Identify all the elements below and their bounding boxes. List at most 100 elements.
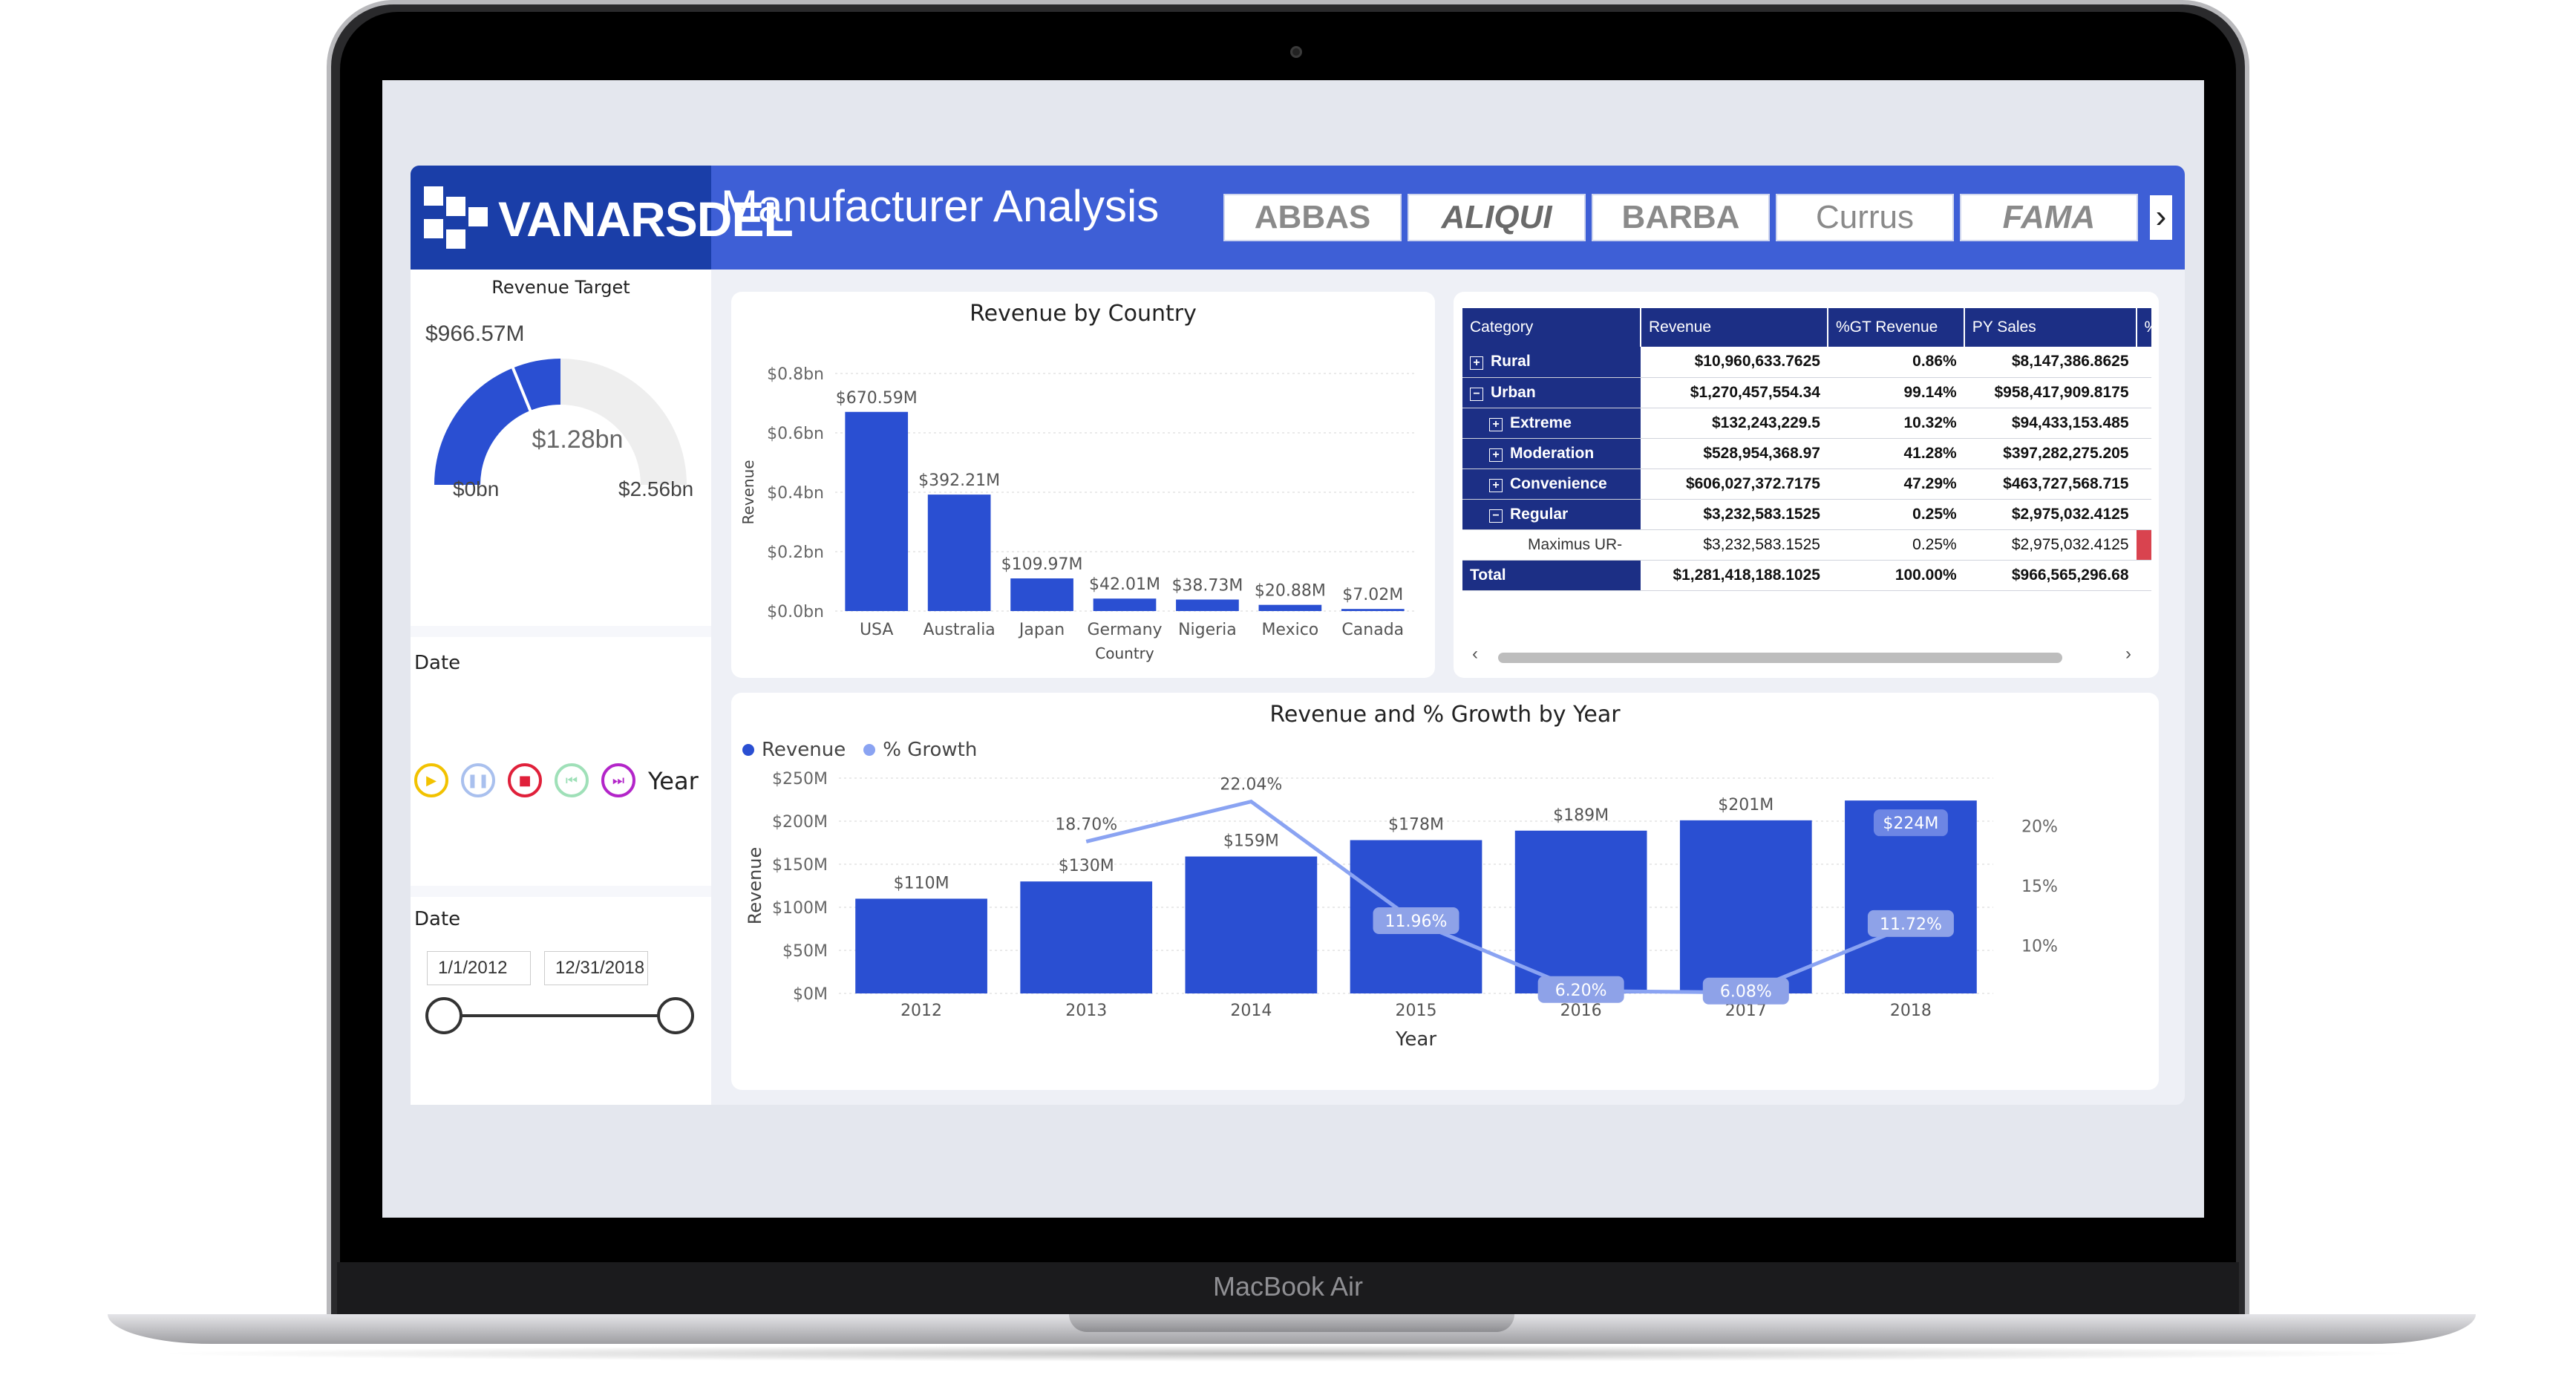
matrix-value-cell: 0.86%: [1827, 347, 1964, 378]
matrix-column-header[interactable]: Category: [1462, 308, 1641, 347]
matrix-total-row[interactable]: Total $1,281,418,188.1025 100.00% $966,565,…: [1462, 560, 2151, 591]
laptop-brand-label: MacBook Air: [1212, 1271, 1364, 1302]
matrix-column-header[interactable]: %GT Revenue: [1827, 308, 1965, 347]
pause-icon: ❚❚: [466, 772, 490, 789]
year-x-tick: 2015: [1396, 1002, 1437, 1020]
matrix-category-label: Extreme: [1510, 414, 1572, 431]
matrix-horizontal-scrollbar[interactable]: ‹ ›: [1472, 644, 2140, 665]
matrix-value-cell: $3,232,583.1525: [1641, 499, 1828, 530]
year-bar[interactable]: [1020, 881, 1153, 993]
matrix-row[interactable]: + Moderation $528,954,368.97 41.28% $397,282…: [1462, 438, 2151, 469]
gauge-max-label: $2.56bn: [618, 477, 694, 500]
start-date-input[interactable]: 1/1/2012: [427, 951, 531, 985]
matrix-category-label: Urban: [1491, 383, 1536, 401]
gauge-min-label: $0bn: [453, 477, 500, 500]
country-bar[interactable]: [1093, 598, 1157, 611]
play-button[interactable]: ▶: [414, 763, 448, 797]
matrix-viewport: CategoryRevenue%GT RevenuePY Sales% Grow…: [1462, 308, 2151, 613]
matrix-value-cell: $528,954,368.97: [1641, 438, 1828, 469]
country-x-tick: Australia: [923, 621, 995, 639]
matrix-category-cell: Total: [1462, 560, 1641, 591]
report-canvas: VANARSDEL Manufacturer Analysis ABBAS AL…: [411, 166, 2185, 1105]
year-bar[interactable]: [1185, 856, 1318, 993]
country-y-tick: $0.8bn: [767, 365, 824, 384]
expand-icon[interactable]: +: [1489, 478, 1503, 492]
matrix-card: CategoryRevenue%GT RevenuePY Sales% Grow…: [1454, 292, 2159, 678]
matrix-value-cell: 8.6: [2136, 529, 2151, 561]
matrix-category-label: Regular: [1510, 505, 1569, 523]
country-bar[interactable]: [1176, 599, 1239, 611]
date-slider-start-handle[interactable]: [425, 997, 462, 1034]
matrix-value-cell: $8,147,386.8625: [1964, 347, 2137, 378]
matrix-row[interactable]: Maximus UR- $3,232,583.1525 0.25% $2,975,03…: [1462, 529, 2151, 561]
matrix-column-header[interactable]: Revenue: [1641, 308, 1828, 347]
matrix-row[interactable]: − Urban $1,270,457,554.34 99.14% $958,417,90…: [1462, 377, 2151, 408]
scroll-right-icon: ›: [2125, 644, 2131, 664]
matrix-value-cell: 30.6: [2136, 469, 2151, 500]
date-player-card: [411, 637, 711, 886]
matrix-value-cell: 40.0: [2136, 408, 2151, 439]
manufacturer-tile-currus[interactable]: Currus: [1776, 194, 1954, 241]
scrollbar-thumb[interactable]: [1498, 653, 2062, 663]
expand-icon[interactable]: +: [1489, 417, 1503, 431]
country-chart: $0.0bn $0.2bn $0.4bn $0.6bn $0.8bn Revenue $67…: [739, 365, 1414, 662]
matrix-category-cell: − Urban: [1462, 377, 1641, 408]
year-x-tick: 2012: [900, 1002, 942, 1020]
year-bar-label: $201M: [1718, 796, 1774, 814]
country-x-axis-label: Country: [1095, 644, 1154, 662]
matrix-value-cell: 33.1: [2136, 438, 2151, 469]
country-y-tick: $0.6bn: [767, 425, 824, 443]
matrix-column-header[interactable]: PY Sales: [1964, 308, 2137, 347]
manufacturer-tile-abbas[interactable]: ABBAS: [1223, 194, 1402, 241]
play-icon: ▶: [426, 772, 437, 789]
matrix-value-cell: $132,243,229.5: [1641, 408, 1828, 439]
manufacturer-tile-fama[interactable]: FAMA: [1960, 194, 2138, 241]
scroll-right-button[interactable]: ›: [2150, 195, 2172, 240]
matrix-row[interactable]: − Regular $3,232,583.1525 0.25% $2,975,032.4…: [1462, 499, 2151, 530]
manufacturer-tile-barba[interactable]: BARBA: [1592, 194, 1770, 241]
country-bar[interactable]: [1341, 609, 1405, 611]
country-x-tick: USA: [860, 621, 894, 639]
legend-revenue-marker: [742, 744, 754, 756]
country-bar[interactable]: [927, 494, 991, 611]
year-bar[interactable]: [1679, 820, 1812, 993]
matrix-table: CategoryRevenue%GT RevenuePY Sales% Grow…: [1462, 308, 2151, 591]
gauge-value-arc: [434, 359, 560, 485]
matrix-column-header[interactable]: % Grow: [2136, 308, 2151, 347]
vanarsdel-logo-icon: [424, 186, 488, 249]
year-chart-legend: Revenue % Growth: [742, 739, 977, 761]
growth-label: 18.70%: [1055, 815, 1117, 834]
country-bar[interactable]: [1010, 578, 1073, 611]
manufacturer-tile-aliqui[interactable]: ALIQUI: [1408, 194, 1586, 241]
date-slider-end-handle[interactable]: [657, 997, 694, 1034]
expand-icon[interactable]: +: [1489, 448, 1503, 462]
legend-growth-label: % Growth: [883, 739, 978, 761]
camera: [1290, 46, 1302, 58]
country-bar[interactable]: [845, 411, 909, 611]
collapse-icon[interactable]: −: [1470, 387, 1483, 401]
matrix-value-cell: 32.5: [2136, 377, 2151, 408]
skip-back-icon: ⏮: [565, 772, 578, 789]
matrix-value-cell: $966,565,296.68: [1964, 560, 2137, 591]
next-button[interactable]: ⏭: [601, 763, 635, 797]
country-x-tick: Nigeria: [1178, 621, 1237, 639]
matrix-row[interactable]: + Rural $10,960,633.7625 0.86% $8,147,386.86…: [1462, 347, 2151, 378]
year-bar[interactable]: [1514, 830, 1647, 993]
country-bar[interactable]: [1258, 604, 1322, 611]
matrix-row[interactable]: + Convenience $606,027,372.7175 47.29% $463,…: [1462, 469, 2151, 500]
year-bar[interactable]: [855, 898, 987, 993]
year-y-tick: $100M: [772, 899, 828, 918]
matrix-value-cell: $397,282,275.205: [1964, 438, 2137, 469]
matrix-value-cell: 99.14%: [1827, 377, 1964, 408]
matrix-row[interactable]: + Extreme $132,243,229.5 10.32% $94,433,153.…: [1462, 408, 2151, 439]
collapse-icon[interactable]: −: [1489, 509, 1503, 523]
previous-button[interactable]: ⏮: [555, 763, 589, 797]
growth-label: 6.20%: [1555, 982, 1607, 1000]
year-y2-tick: 20%: [2021, 817, 2058, 836]
pause-button[interactable]: ❚❚: [461, 763, 495, 797]
year-bar-label: $178M: [1388, 816, 1444, 835]
end-date-input[interactable]: 12/31/2018: [544, 951, 648, 985]
matrix-value-cell: 10.32%: [1827, 408, 1964, 439]
expand-icon[interactable]: +: [1470, 356, 1483, 370]
stop-button[interactable]: ■: [508, 763, 542, 797]
